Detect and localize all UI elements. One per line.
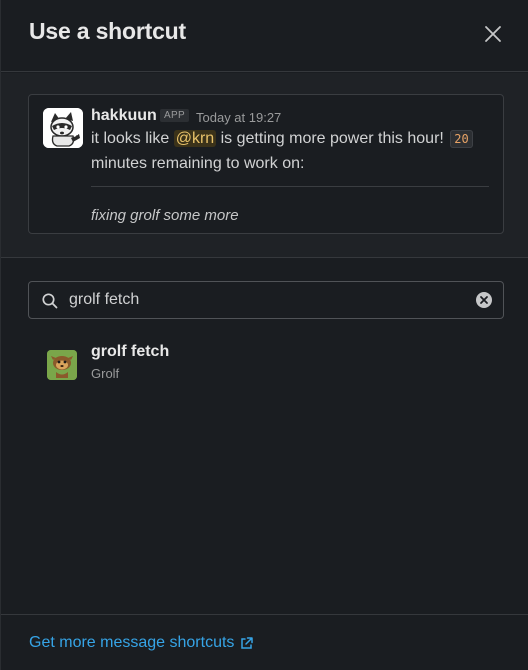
- message-sender[interactable]: hakkuun: [91, 107, 157, 125]
- search-input[interactable]: [69, 288, 459, 312]
- inline-code: 20: [450, 130, 473, 148]
- search-icon: [42, 293, 58, 309]
- raccoon-avatar-icon: [43, 108, 83, 148]
- external-link-icon[interactable]: [239, 636, 254, 651]
- message-preview-section: hakkuun APP Today at 19:27 it looks like…: [1, 73, 528, 258]
- shortcut-search-box[interactable]: [28, 281, 504, 319]
- more-shortcuts-link[interactable]: Get more message shortcuts: [29, 634, 234, 652]
- message-timestamp[interactable]: Today at 19:27: [196, 110, 281, 125]
- result-subtitle: Grolf: [91, 366, 120, 381]
- close-icon[interactable]: [479, 20, 507, 48]
- message-preview-card: hakkuun APP Today at 19:27 it looks like…: [28, 94, 504, 234]
- modal-header: Use a shortcut: [1, 0, 528, 72]
- clear-search-icon[interactable]: [475, 291, 493, 309]
- user-mention[interactable]: @krn: [173, 130, 217, 147]
- message-text-before: it looks like: [91, 130, 170, 147]
- result-name: grolf fetch: [91, 343, 170, 360]
- shortcut-result-item[interactable]: grolf fetch Grolf: [28, 335, 504, 391]
- message-text-line1: it looks like @krn is getting more power…: [91, 130, 491, 148]
- modal-title: Use a shortcut: [29, 18, 186, 44]
- message-divider: [91, 186, 489, 187]
- app-badge: APP: [160, 109, 189, 122]
- message-text-after: is getting more power this hour!: [220, 130, 444, 147]
- bot-avatar: [43, 108, 83, 148]
- message-italic-text: fixing grolf some more: [91, 207, 239, 224]
- shortcut-modal: Use a shortcut hakkuun APP Today at 19:2…: [0, 0, 528, 670]
- message-text-line2: minutes remaining to work on:: [91, 155, 305, 172]
- grolf-app-icon: [47, 350, 77, 380]
- modal-footer: Get more message shortcuts: [1, 614, 528, 670]
